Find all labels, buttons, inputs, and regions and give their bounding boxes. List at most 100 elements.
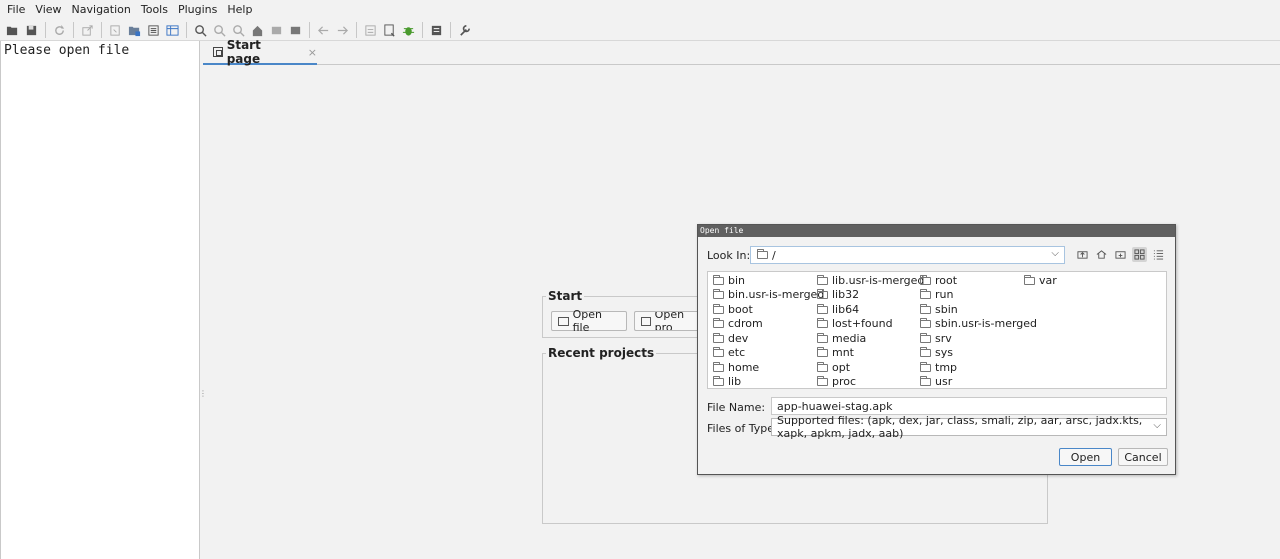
list-item[interactable]: etc — [713, 346, 745, 359]
file-list[interactable]: bin bin.usr-is-merged boot cdrom dev etc… — [707, 271, 1167, 389]
list-item[interactable]: sbin — [920, 303, 958, 316]
close-tab-icon[interactable]: × — [308, 46, 317, 59]
folder-icon — [920, 332, 931, 343]
forward-arrow-icon[interactable] — [335, 22, 351, 38]
list-item[interactable]: home — [713, 361, 759, 374]
flatten-packages-icon[interactable] — [127, 22, 143, 38]
menu-file[interactable]: File — [2, 0, 30, 20]
new-folder-icon[interactable] — [1113, 247, 1128, 262]
list-item[interactable]: lost+found — [817, 317, 893, 330]
find-class-icon[interactable] — [212, 22, 228, 38]
recent-projects-title: Recent projects — [546, 346, 657, 360]
list-item[interactable]: lib — [713, 375, 741, 388]
list-item[interactable]: root — [920, 274, 957, 287]
list-item[interactable]: cdrom — [713, 317, 763, 330]
menu-tools[interactable]: Tools — [136, 0, 173, 20]
look-in-combo[interactable]: / ⌵ — [750, 246, 1065, 264]
bookmark-icon[interactable] — [269, 22, 285, 38]
list-item[interactable]: proc — [817, 375, 856, 388]
folder-icon — [713, 332, 724, 343]
quick-tab-icon[interactable] — [382, 22, 398, 38]
list-item[interactable]: media — [817, 332, 866, 345]
list-item[interactable]: srv — [920, 332, 952, 345]
open-button[interactable]: Open — [1059, 448, 1112, 466]
reload-icon[interactable] — [52, 22, 68, 38]
menu-plugins[interactable]: Plugins — [173, 0, 222, 20]
start-page-icon — [213, 47, 223, 57]
split-view-icon[interactable] — [165, 22, 181, 38]
log-viewer-icon[interactable] — [429, 22, 445, 38]
cancel-button[interactable]: Cancel — [1118, 448, 1168, 466]
back-arrow-icon[interactable] — [316, 22, 332, 38]
folder-icon — [817, 317, 828, 328]
files-of-type-label: Files of Type: — [707, 422, 778, 435]
folder-icon — [713, 274, 724, 285]
up-folder-icon[interactable] — [1075, 247, 1090, 262]
folder-icon — [713, 303, 724, 314]
tab-label: Start page — [226, 38, 261, 66]
folder-icon — [713, 288, 724, 299]
details-view-icon[interactable] — [1151, 247, 1166, 262]
stop-icon[interactable] — [288, 22, 304, 38]
toolbar-separator — [356, 22, 357, 38]
list-item[interactable]: mnt — [817, 346, 854, 359]
list-item[interactable]: usr — [920, 375, 952, 388]
folder-icon — [757, 249, 768, 259]
home-icon[interactable] — [1094, 247, 1109, 262]
list-item[interactable]: tmp — [920, 361, 957, 374]
toolbar-separator — [309, 22, 310, 38]
find-usage-icon[interactable] — [231, 22, 247, 38]
folder-icon — [713, 361, 724, 372]
preferences-wrench-icon[interactable] — [457, 22, 473, 38]
list-item[interactable]: run — [920, 288, 953, 301]
list-item[interactable]: lib64 — [817, 303, 859, 316]
project-folder-icon — [641, 316, 651, 326]
list-item[interactable]: opt — [817, 361, 850, 374]
splitter-handle[interactable]: ⋮ — [199, 390, 207, 404]
toolbar-separator — [73, 22, 74, 38]
folder-icon — [920, 361, 931, 372]
project-tree-panel: Please open file — [0, 41, 200, 559]
list-view-icon[interactable] — [1132, 247, 1147, 262]
debug-bug-icon[interactable] — [401, 22, 417, 38]
open-file-button[interactable]: Open file — [551, 308, 627, 334]
chevron-down-icon: ⌵ — [1153, 420, 1161, 431]
folder-icon — [920, 375, 931, 386]
list-item[interactable]: boot — [713, 303, 753, 316]
list-item[interactable]: dev — [713, 332, 748, 345]
toolbar — [0, 20, 1280, 41]
folder-icon — [558, 316, 569, 326]
folder-icon — [713, 375, 724, 386]
folder-icon — [920, 303, 931, 314]
open-file-label: Open file — [572, 308, 602, 334]
deobfuscation-icon[interactable] — [363, 22, 379, 38]
list-item[interactable]: bin.usr-is-merged — [713, 288, 824, 301]
tab-start-page[interactable]: Start page × — [203, 38, 317, 66]
files-of-type-select[interactable]: Supported files: (apk, dex, jar, class, … — [771, 414, 1167, 440]
export-icon[interactable] — [80, 22, 96, 38]
folder-icon — [817, 346, 828, 357]
home-icon[interactable] — [250, 22, 266, 38]
list-item[interactable]: lib.usr-is-merged — [817, 274, 924, 287]
folder-icon — [920, 317, 931, 328]
menu-help[interactable]: Help — [222, 0, 257, 20]
list-item[interactable]: bin — [713, 274, 745, 287]
file-name-field[interactable]: app-huawei-stag.apk — [771, 397, 1167, 415]
folder-icon — [920, 274, 931, 285]
list-item[interactable]: sys — [920, 346, 953, 359]
folder-icon — [817, 274, 828, 285]
list-item[interactable]: lib32 — [817, 288, 859, 301]
open-project-button[interactable]: Open pro — [634, 311, 704, 331]
show-code-icon[interactable] — [146, 22, 162, 38]
open-folder-icon[interactable] — [5, 22, 21, 38]
menu-bar: File View Navigation Tools Plugins Help — [0, 0, 1280, 20]
toolbar-separator — [101, 22, 102, 38]
list-item[interactable]: var — [1024, 274, 1057, 287]
search-icon[interactable] — [193, 22, 209, 38]
list-item[interactable]: sbin.usr-is-merged — [920, 317, 1037, 330]
menu-navigation[interactable]: Navigation — [67, 0, 136, 20]
sync-icon[interactable] — [108, 22, 124, 38]
save-all-icon[interactable] — [24, 22, 40, 38]
menu-view[interactable]: View — [30, 0, 66, 20]
open-button-label: Open — [1070, 450, 1101, 464]
